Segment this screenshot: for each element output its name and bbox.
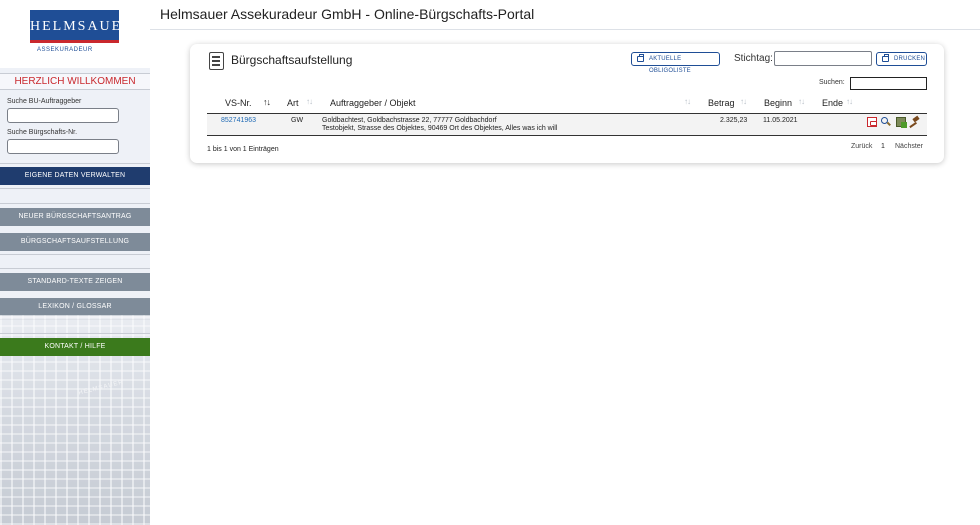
obligoliste-label: AKTUELLE OBLIGOLISTE	[649, 56, 691, 74]
sort-icon[interactable]: ↑↓	[798, 97, 805, 106]
cell-art: GW	[291, 117, 304, 124]
nav-divider	[0, 188, 150, 189]
search-buergschaft-label: Suche Bürgschafts-Nr.	[7, 129, 78, 136]
printer-icon	[882, 54, 889, 62]
nav-standard-texte[interactable]: STANDARD-TEXTE ZEIGEN	[0, 273, 150, 291]
drucken-button[interactable]: DRUCKEN	[876, 52, 927, 66]
suchen-input[interactable]	[850, 77, 927, 90]
search-bu-input[interactable]	[7, 108, 119, 123]
nav-eigene-daten[interactable]: EIGENE DATEN VERWALTEN	[0, 167, 150, 185]
column-header-beginn[interactable]: Beginn	[764, 98, 792, 108]
stichtag-label: Stichtag:	[734, 53, 773, 64]
nav-divider	[0, 163, 150, 164]
helmsauer-logo[interactable]: HELMSAUER	[30, 10, 132, 43]
nav-kontakt-hilfe[interactable]: KONTAKT / HILFE	[0, 338, 150, 356]
search-buergschaft-input[interactable]	[7, 139, 119, 154]
nav-divider	[0, 333, 150, 334]
column-header-betrag[interactable]: Betrag	[708, 98, 735, 108]
nav-divider	[0, 254, 150, 255]
sort-desc-icon[interactable]: ↑↓	[263, 97, 271, 107]
gavel-icon[interactable]	[909, 117, 919, 127]
column-header-vsnr[interactable]: VS-Nr.	[225, 98, 252, 108]
logo-subtitle: ASSEKURADEUR	[37, 47, 93, 53]
column-header-auftraggeber[interactable]: Auftraggeber / Objekt	[330, 98, 416, 108]
cell-betrag: 2.325,23	[720, 117, 748, 124]
welcome-heading: HERZLICH WILLKOMMEN	[0, 73, 150, 90]
sidebar: HELMSAUER ASSEKURADEUR HERZLICH WILLKOMM…	[0, 0, 150, 525]
sort-icon[interactable]: ↑↓	[306, 97, 313, 106]
document-icon[interactable]	[896, 117, 907, 128]
buergschaften-card: Bürgschaftsaufstellung AKTUELLE OBLIGOLI…	[190, 44, 944, 163]
search-bu-label: Suche BU-Auftraggeber	[7, 98, 82, 105]
column-header-art[interactable]: Art	[287, 98, 299, 108]
table-divider	[207, 135, 927, 136]
suchen-label: Suchen:	[819, 79, 845, 86]
cell-vsnr-link[interactable]: 852741963	[221, 117, 256, 124]
logo-area: HELMSAUER ASSEKURADEUR	[0, 0, 150, 68]
cell-beginn: 11.05.2021	[763, 117, 798, 124]
nav-divider	[0, 203, 150, 204]
pdf-icon[interactable]	[867, 117, 877, 127]
nav-buergschaftsaufstellung[interactable]: BÜRGSCHAFTSAUFSTELLUNG	[0, 233, 150, 251]
cell-auftraggeber: Goldbachtest, Goldbachstrasse 22, 77777 …	[322, 117, 497, 124]
list-icon	[209, 52, 224, 70]
obligoliste-button[interactable]: AKTUELLE OBLIGOLISTE	[631, 52, 720, 74]
column-header-ende[interactable]: Ende	[822, 98, 843, 108]
table-row[interactable]	[207, 114, 927, 135]
card-title: Bürgschaftsaufstellung	[231, 53, 353, 67]
sort-icon[interactable]: ↑↓	[684, 97, 691, 106]
top-bar: Helmsauer Assekuradeur GmbH - Online-Bür…	[150, 0, 980, 30]
nav-lexikon[interactable]: LEXIKON / GLOSSAR	[0, 298, 150, 316]
printer-icon	[637, 54, 644, 62]
nav-neuer-antrag[interactable]: NEUER BÜRGSCHAFTSANTRAG	[0, 208, 150, 226]
page-title: Helmsauer Assekuradeur GmbH - Online-Bür…	[160, 6, 535, 22]
nav-divider	[0, 268, 150, 269]
pagination-prev[interactable]: Zurück	[851, 143, 872, 150]
drucken-label: DRUCKEN	[894, 56, 926, 62]
sort-icon[interactable]: ↑↓	[846, 97, 853, 106]
magnifier-icon[interactable]	[881, 117, 891, 127]
stichtag-input[interactable]	[774, 51, 872, 66]
entries-info: 1 bis 1 von 1 Einträgen	[207, 146, 279, 153]
pagination-page[interactable]: 1	[881, 143, 885, 150]
pagination-next[interactable]: Nächster	[895, 143, 923, 150]
sort-icon[interactable]: ↑↓	[740, 97, 747, 106]
cell-objekt: Testobjekt, Strasse des Objektes, 90469 …	[322, 125, 558, 132]
